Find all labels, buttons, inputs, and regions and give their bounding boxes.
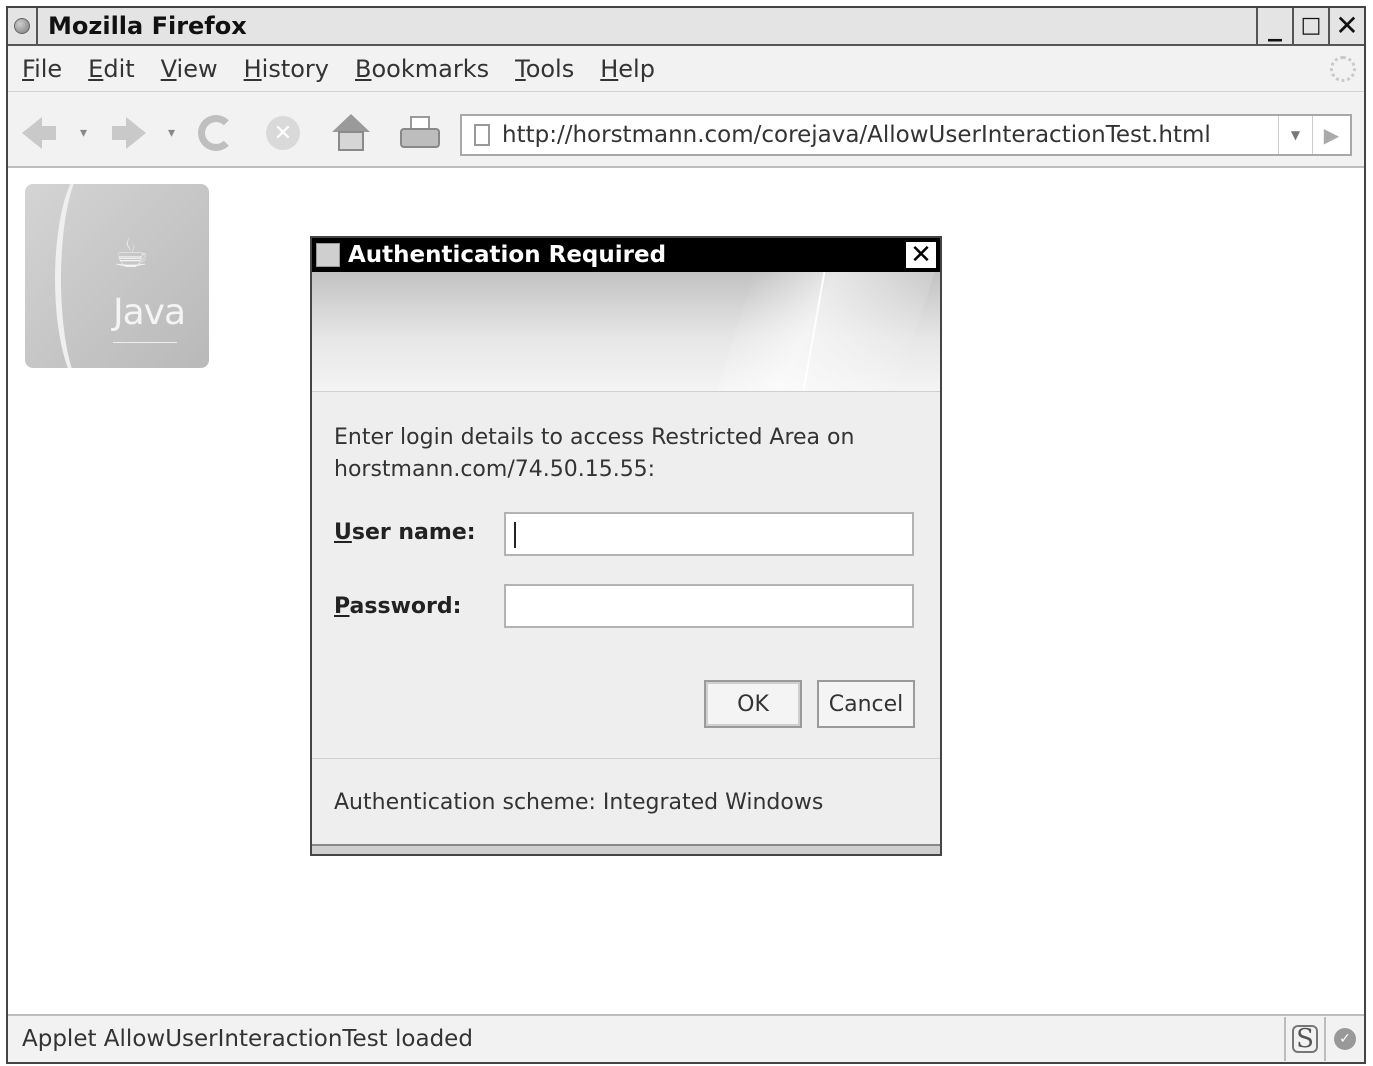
window-title: Mozilla Firefox	[48, 12, 247, 40]
title-bar: Mozilla Firefox _ □ ✕	[8, 8, 1364, 46]
print-button[interactable]	[400, 112, 440, 154]
auth-scheme-text: Authentication scheme: Integrated Window…	[334, 790, 824, 815]
status-cell-s[interactable]: S	[1284, 1017, 1324, 1061]
menu-edit[interactable]: Edit	[88, 55, 134, 83]
throbber-icon	[1330, 56, 1356, 82]
menu-view[interactable]: View	[161, 55, 218, 83]
java-app-icon	[316, 243, 340, 267]
url-history-dropdown[interactable]: ▼	[1278, 116, 1312, 154]
menu-help[interactable]: Help	[600, 55, 655, 83]
text-cursor	[514, 522, 516, 548]
firefox-icon[interactable]	[8, 8, 38, 44]
dialog-separator	[312, 758, 940, 759]
page-icon	[474, 124, 490, 146]
status-bar: Applet AllowUserInteractionTest loaded S…	[8, 1014, 1364, 1062]
menu-bar: File Edit View History Bookmarks Tools H…	[8, 46, 1364, 92]
menu-bookmarks[interactable]: Bookmarks	[355, 55, 489, 83]
browser-window: Mozilla Firefox _ □ ✕ File Edit View His…	[6, 6, 1366, 1064]
print-icon	[400, 116, 440, 150]
forward-history-dropdown[interactable]: ▾	[168, 112, 175, 154]
sync-icon: S	[1292, 1025, 1318, 1053]
back-history-dropdown[interactable]: ▾	[80, 112, 87, 154]
password-field[interactable]	[504, 584, 914, 628]
cancel-button[interactable]: Cancel	[817, 680, 915, 728]
home-button[interactable]	[332, 112, 370, 154]
java-logo: ☕ Java	[25, 184, 209, 368]
menu-history[interactable]: History	[244, 55, 329, 83]
security-ok-icon: ✓	[1334, 1028, 1356, 1050]
reload-icon	[198, 115, 234, 151]
status-cell-ok[interactable]: ✓	[1324, 1017, 1364, 1061]
authentication-dialog: Authentication Required ✕ Enter login de…	[310, 236, 942, 856]
navigation-toolbar: ▾ ▾ ✕ http://horstmann.com/corejava/Allo…	[8, 92, 1364, 168]
username-label: User name:	[334, 520, 476, 545]
menu-file[interactable]: File	[22, 55, 62, 83]
url-bar[interactable]: http://horstmann.com/corejava/AllowUserI…	[460, 114, 1352, 156]
forward-button[interactable]	[112, 112, 146, 154]
forward-arrow-icon	[126, 117, 146, 149]
status-text: Applet AllowUserInteractionTest loaded	[22, 1026, 473, 1052]
back-button[interactable]	[22, 112, 56, 154]
stop-button[interactable]: ✕	[266, 112, 300, 154]
maximize-button[interactable]: □	[1292, 8, 1328, 44]
username-field[interactable]	[504, 512, 914, 556]
dialog-bottom-edge	[312, 844, 940, 854]
reload-button[interactable]	[198, 112, 234, 154]
coffee-cup-icon: ☕	[113, 231, 149, 277]
back-arrow-icon	[22, 117, 42, 149]
minimize-button[interactable]: _	[1256, 8, 1292, 44]
dialog-title: Authentication Required	[348, 242, 667, 268]
ok-button[interactable]: OK	[704, 680, 802, 728]
dialog-close-button[interactable]: ✕	[904, 240, 938, 270]
home-icon	[332, 114, 370, 152]
page-content: ☕ Java Authentication Required ✕ Enter l…	[8, 168, 1364, 1014]
close-button[interactable]: ✕	[1328, 8, 1364, 44]
dialog-title-bar: Authentication Required ✕	[312, 238, 940, 272]
stop-icon: ✕	[266, 116, 300, 150]
dialog-message: Enter login details to access Restricted…	[334, 425, 855, 482]
go-button[interactable]: ▶	[1312, 116, 1350, 154]
dialog-banner	[312, 272, 940, 392]
url-text[interactable]: http://horstmann.com/corejava/AllowUserI…	[502, 122, 1278, 148]
password-label: Password:	[334, 594, 462, 619]
menu-tools[interactable]: Tools	[515, 55, 574, 83]
